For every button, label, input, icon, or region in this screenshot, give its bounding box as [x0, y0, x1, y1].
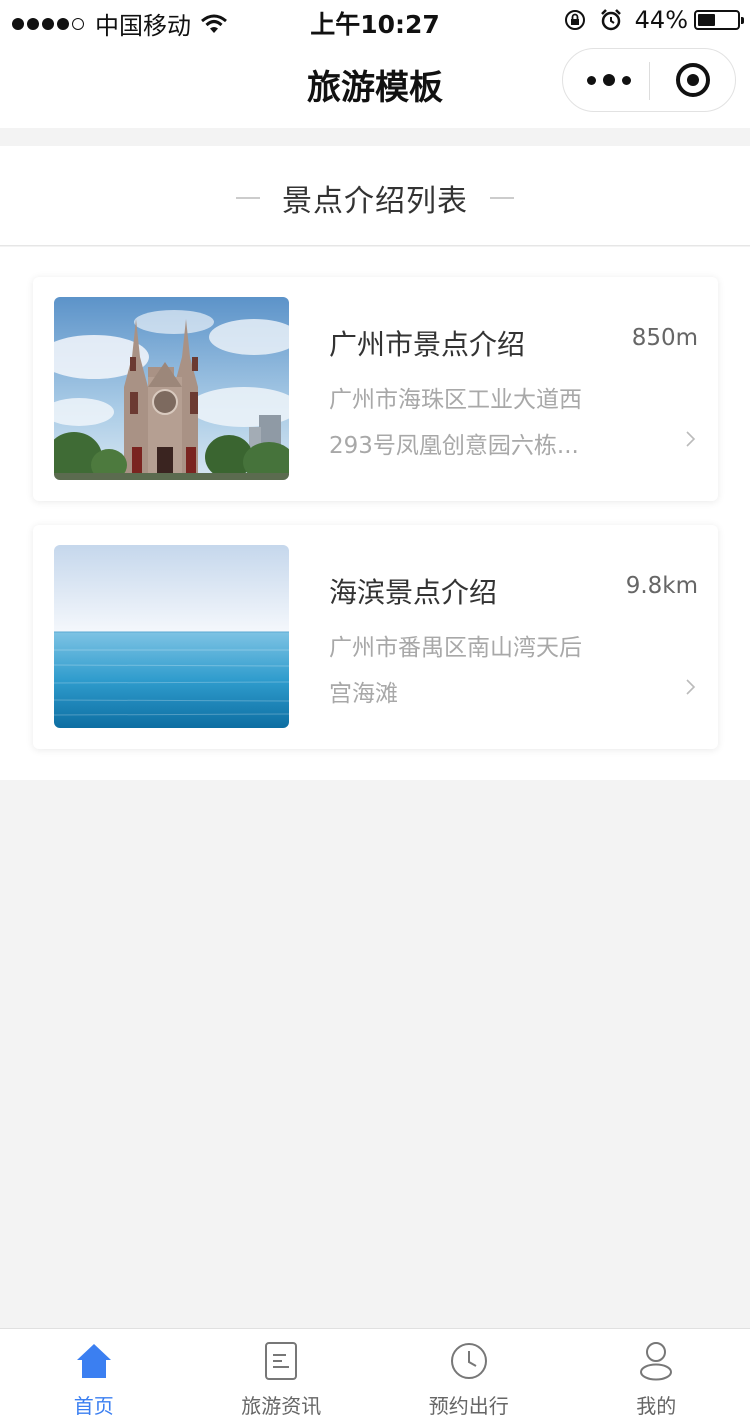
battery-percent: 44% — [634, 6, 688, 34]
spot-address-line: 广州市番禺区南山湾天后 — [329, 635, 582, 661]
clock-icon — [450, 1343, 487, 1379]
spot-address-line: 广州市海珠区工业大道西 — [329, 387, 582, 413]
spot-distance: 850m — [631, 325, 698, 351]
tab-home[interactable]: 首页 — [0, 1329, 188, 1427]
capsule-divider — [649, 62, 650, 100]
tab-travel-news[interactable]: 旅游资讯 — [188, 1329, 376, 1427]
spot-address-line: 293号凤凰创意园六栋... — [329, 433, 579, 459]
spot-distance: 9.8km — [625, 573, 698, 599]
battery-fill — [698, 14, 715, 26]
section-title-wrap: 景点介绍列表 — [0, 176, 750, 220]
status-right: 44% — [563, 6, 744, 34]
spot-address: 广州市海珠区工业大道西 293号凤凰创意园六栋... — [329, 377, 639, 469]
navigation-bar: 旅游模板 — [0, 40, 750, 128]
home-icon — [76, 1344, 111, 1378]
title-dash-right — [490, 197, 514, 199]
tab-booking[interactable]: 预约出行 — [375, 1329, 563, 1427]
alarm-icon — [600, 9, 621, 31]
miniprogram-capsule — [562, 48, 736, 112]
title-dash-left — [236, 197, 260, 199]
tab-label: 我的 — [636, 1394, 677, 1418]
battery-icon — [694, 10, 744, 30]
spot-list: 广州市景点介绍 850m 广州市海珠区工业大道西 293号凤凰创意园六栋... — [0, 247, 750, 780]
spot-card[interactable]: 海滨景点介绍 9.8km 广州市番禺区南山湾天后 宫海滩 — [33, 525, 718, 749]
sea-photo — [54, 545, 289, 728]
tab-profile[interactable]: 我的 — [563, 1329, 750, 1427]
spot-title: 海滨景点介绍 — [329, 576, 498, 609]
section-title: 景点介绍列表 — [282, 184, 468, 219]
orientation-lock-icon — [564, 10, 585, 30]
close-miniprogram-button[interactable] — [676, 63, 710, 97]
tab-label: 预约出行 — [428, 1394, 509, 1418]
tab-bar: 首页 旅游资讯 预约出行 我的 — [0, 1328, 750, 1427]
user-icon — [640, 1342, 673, 1381]
more-options-button[interactable] — [587, 49, 631, 111]
status-bar: 中国移动 上午10:27 44% — [0, 0, 750, 40]
church-photo — [54, 297, 289, 480]
chevron-right-icon — [686, 679, 696, 695]
spot-title: 广州市景点介绍 — [329, 328, 526, 361]
tab-label: 旅游资讯 — [241, 1394, 322, 1418]
section-header: 景点介绍列表 — [0, 146, 750, 246]
spot-card[interactable]: 广州市景点介绍 850m 广州市海珠区工业大道西 293号凤凰创意园六栋... — [33, 277, 718, 501]
chevron-right-icon — [686, 431, 696, 447]
spot-address-line: 宫海滩 — [329, 681, 398, 707]
spot-address: 广州市番禺区南山湾天后 宫海滩 — [329, 625, 639, 717]
tab-label: 首页 — [73, 1394, 114, 1418]
document-icon — [265, 1342, 298, 1380]
